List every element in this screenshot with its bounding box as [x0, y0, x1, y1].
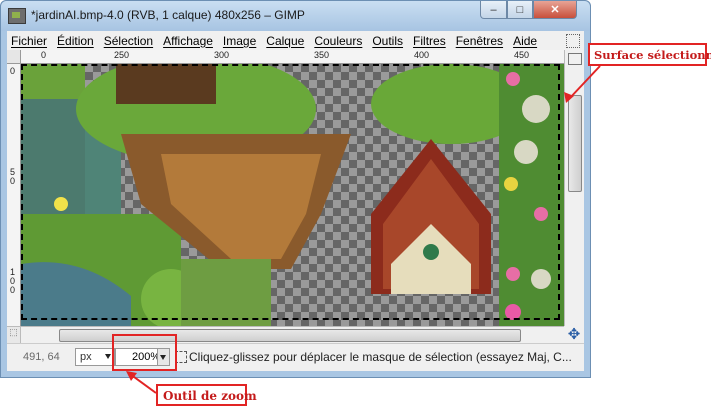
title-bar[interactable]: *jardinAI.bmp-4.0 (RVB, 1 calque) 480x25…: [1, 1, 590, 31]
zoom-fit-icon[interactable]: [568, 53, 582, 65]
minimize-button[interactable]: –: [480, 1, 507, 19]
status-bar: 491, 64 px 200% Cliquez-glissez pour dép…: [7, 343, 584, 371]
annotation-surface-selected: Surface sélectionné: [588, 43, 711, 66]
horizontal-ruler[interactable]: 0 250 300 350 400 450: [21, 50, 564, 64]
unit-value: px: [80, 351, 92, 363]
maximize-button[interactable]: □: [507, 1, 533, 19]
image-canvas[interactable]: [21, 64, 564, 326]
image-workspace: 0 250 300 350 400 450 0 5 0 1 0 0 ⬚ ✥: [7, 50, 584, 343]
menu-image[interactable]: Image: [218, 34, 261, 48]
hruler-label: 0: [41, 50, 47, 60]
quick-mask-icon[interactable]: ⬚: [7, 326, 21, 343]
navigate-icon[interactable]: ✥: [564, 326, 584, 343]
menu-aide[interactable]: Aide: [508, 34, 542, 48]
hruler-label: 350: [314, 50, 330, 60]
vruler-label: 0: [10, 66, 16, 76]
status-message: Cliquez-glissez pour déplacer le masque …: [189, 350, 572, 364]
menu-selection[interactable]: Sélection: [99, 34, 158, 48]
menu-couleurs[interactable]: Couleurs: [309, 34, 367, 48]
menu-outils[interactable]: Outils: [367, 34, 408, 48]
menu-affichage[interactable]: Affichage: [158, 34, 218, 48]
gimp-window: *jardinAI.bmp-4.0 (RVB, 1 calque) 480x25…: [0, 0, 591, 378]
close-button[interactable]: ✕: [533, 1, 577, 19]
hruler-label: 450: [514, 50, 530, 60]
horizontal-scrollbar[interactable]: [21, 326, 564, 343]
annotation-zoom-tool: Outil de zoom: [156, 384, 257, 406]
vertical-scrollbar[interactable]: [564, 50, 584, 326]
ruler-corner[interactable]: [7, 50, 21, 64]
vertical-ruler[interactable]: 0 5 0 1 0 0: [7, 64, 21, 326]
unit-dropdown-icon[interactable]: [105, 354, 111, 359]
menu-fichier[interactable]: Fichier: [7, 34, 52, 48]
selection-marquee[interactable]: [21, 64, 560, 320]
menu-toggle-icon[interactable]: [566, 34, 580, 48]
hruler-label: 300: [214, 50, 230, 60]
unit-select[interactable]: px: [75, 348, 115, 366]
window-title: *jardinAI.bmp-4.0 (RVB, 1 calque) 480x25…: [31, 8, 305, 22]
menu-fenetres[interactable]: Fenêtres: [451, 34, 508, 48]
menu-calque[interactable]: Calque: [261, 34, 309, 48]
pointer-coordinates: 491, 64: [23, 351, 60, 363]
hruler-label: 250: [114, 50, 130, 60]
vertical-scroll-thumb[interactable]: [568, 95, 582, 192]
menu-edition[interactable]: Édition: [52, 34, 99, 48]
hruler-label: 400: [414, 50, 430, 60]
menu-bar: Fichier Édition Sélection Affichage Imag…: [7, 31, 584, 50]
gimp-app-icon: [8, 8, 26, 24]
vruler-label: 5 0: [10, 167, 16, 186]
vruler-label: 1 0 0: [10, 267, 16, 295]
zoom-highlight-box: [112, 334, 177, 371]
menu-filtres[interactable]: Filtres: [408, 34, 451, 48]
